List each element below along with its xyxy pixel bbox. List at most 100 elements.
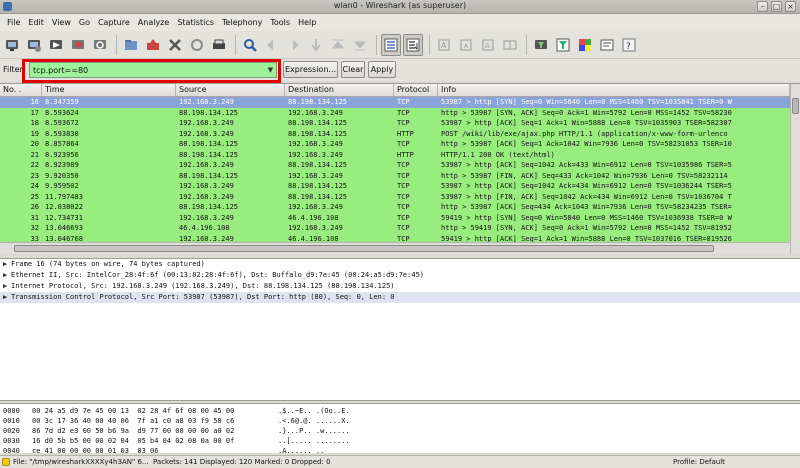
menu-capture[interactable]: Capture (94, 18, 134, 27)
interface-list-icon[interactable] (2, 34, 22, 56)
packet-cell-proto: TCP (397, 108, 410, 117)
menu-analyze[interactable]: Analyze (134, 18, 174, 27)
print-icon[interactable] (209, 34, 229, 56)
expand-arrow-icon[interactable]: ▶ (3, 270, 11, 281)
find-packet-icon[interactable] (240, 34, 260, 56)
detail-tree-item[interactable]: ▶ Frame 16 (74 bytes on wire, 74 bytes ca… (0, 259, 800, 270)
packet-row[interactable]: 31 12.734731 192.168.3.249 46.4.196.108 TCP 5… (0, 212, 800, 223)
menu-edit[interactable]: Edit (24, 18, 48, 27)
packet-row[interactable]: 20 8.857864 88.198.134.125 192.168.3.249 TCP… (0, 139, 800, 150)
packet-row[interactable]: 21 8.923956 88.198.134.125 192.168.3.249 HTT… (0, 149, 800, 160)
bytes-ascii: .<.6@.@. ......X. (278, 417, 350, 425)
stop-capture-icon[interactable] (68, 34, 88, 56)
zoom-normal-icon[interactable]: A (478, 34, 498, 56)
packet-cell-dst: 192.168.3.249 (288, 171, 343, 180)
go-first-icon[interactable] (328, 34, 348, 56)
menu-bar: File Edit View Go Capture Analyze Statis… (0, 14, 800, 31)
packet-cell-src: 192.168.3.249 (179, 119, 234, 127)
start-capture-icon[interactable] (46, 34, 66, 56)
bytes-row: 0030 16 d0 5b b5 00 00 02 04 05 b4 04 02 … (0, 436, 800, 446)
column-protocol[interactable]: Protocol (394, 84, 438, 96)
packet-cell-info: http > 53987 [FIN, ACK] Seq=433 Ack=1042… (441, 171, 728, 180)
packet-cell-no: 24 (30, 182, 39, 190)
packet-row[interactable]: 23 9.920350 88.198.134.125 192.168.3.249 TCP… (0, 170, 800, 181)
packet-cell-no: 16 (30, 98, 39, 106)
resize-columns-icon[interactable] (500, 34, 520, 56)
expand-arrow-icon[interactable]: ▶ (3, 281, 11, 292)
go-back-icon[interactable] (262, 34, 282, 56)
packet-cell-info: 53987 > http [ACK] Seq=1042 Ack=433 Win=… (441, 161, 732, 169)
help-icon[interactable]: ? (619, 34, 639, 56)
packet-row[interactable]: 18 8.593672 192.168.3.249 88.198.134.125 TCP… (0, 118, 800, 129)
expert-info-icon[interactable] (2, 458, 10, 466)
go-forward-icon[interactable] (284, 34, 304, 56)
preferences-icon[interactable] (597, 34, 617, 56)
autoscroll-icon[interactable] (403, 33, 423, 56)
coloring-rules-icon[interactable] (575, 34, 595, 56)
go-to-packet-icon[interactable] (306, 34, 326, 56)
close-file-icon[interactable] (165, 34, 185, 56)
column-time[interactable]: Time (42, 84, 176, 96)
go-last-icon[interactable] (350, 34, 370, 56)
packet-row[interactable]: 32 13.046693 46.4.196.108 192.168.3.249 TCP h… (0, 223, 800, 234)
open-file-icon[interactable] (121, 34, 141, 56)
packet-cell-src: 88.198.134.125 (179, 140, 239, 148)
packet-list-vscrollbar[interactable] (790, 84, 800, 254)
menu-telephony[interactable]: Telephony (218, 18, 266, 27)
save-file-icon[interactable] (143, 34, 163, 56)
packet-row[interactable]: 16 8.347359 192.168.3.249 88.198.134.125 TCP… (0, 97, 800, 108)
packet-row[interactable]: 19 8.593830 192.168.3.249 88.198.134.125 HTT… (0, 128, 800, 139)
menu-statistics[interactable]: Statistics (173, 18, 218, 27)
maximize-icon[interactable]: □ (771, 1, 782, 12)
expression-button[interactable]: Expression... (283, 61, 338, 78)
reload-icon[interactable] (187, 34, 207, 56)
bytes-off: 0030 (3, 437, 20, 445)
bytes-hex: 00 3c 17 36 40 00 40 06 7f a1 c0 a8 03 f… (32, 417, 235, 425)
detail-tree-item[interactable]: ▶ Ethernet II, Src: IntelCor_28:4f:6f (00… (0, 270, 800, 281)
column-no[interactable]: No. . (0, 84, 42, 96)
column-destination[interactable]: Destination (285, 84, 394, 96)
detail-tree-item[interactable]: ▶ Transmission Control Protocol, Src Port… (0, 292, 800, 303)
packet-row[interactable]: 24 9.959502 192.168.3.249 88.198.134.125 TCP… (0, 181, 800, 192)
packet-cell-proto: TCP (397, 171, 410, 180)
zoom-in-icon[interactable]: A (434, 34, 454, 56)
packet-row[interactable]: 25 11.797483 192.168.3.249 88.198.134.125 TC… (0, 191, 800, 202)
apply-button[interactable]: Apply (368, 61, 396, 78)
expand-arrow-icon[interactable]: ▶ (3, 292, 11, 303)
expand-arrow-icon[interactable]: ▶ (3, 259, 11, 270)
packet-cell-no: 18 (30, 119, 39, 127)
detail-tree-item[interactable]: ▶ Internet Protocol, Src: 192.168.3.249 (… (0, 281, 800, 292)
restart-capture-icon[interactable] (90, 34, 110, 56)
packet-cell-dst: 192.168.3.249 (288, 224, 343, 232)
colorize-icon[interactable] (381, 33, 401, 56)
close-icon[interactable]: × (785, 1, 796, 12)
menu-file[interactable]: File (3, 18, 24, 27)
display-filters-icon[interactable] (553, 34, 573, 56)
column-info[interactable]: Info (438, 84, 790, 96)
bytes-off: 0010 (3, 417, 20, 425)
packet-row[interactable]: 22 8.923989 192.168.3.249 88.198.134.125 TCP… (0, 160, 800, 171)
packet-cell-info: 53987 > http [FIN, ACK] Seq=1042 Ack=434… (441, 192, 732, 201)
packet-list-hscrollbar[interactable] (0, 242, 790, 254)
packet-cell-dst: 46.4.196.108 (288, 213, 339, 222)
clear-button[interactable]: Clear (341, 61, 365, 78)
packet-cell-proto: TCP (397, 192, 410, 201)
packet-row[interactable]: 26 12.038022 88.198.134.125 192.168.3.249 TC… (0, 202, 800, 213)
minimize-icon[interactable]: – (757, 1, 768, 12)
menu-go[interactable]: Go (75, 18, 94, 27)
capture-filters-icon[interactable] (531, 34, 551, 56)
capture-options-icon[interactable] (24, 34, 44, 56)
menu-help[interactable]: Help (294, 18, 320, 27)
detail-text: Internet Protocol, Src: 192.168.3.249 (1… (11, 282, 395, 290)
detail-text: Transmission Control Protocol, Src Port:… (11, 293, 395, 301)
zoom-out-icon[interactable]: A (456, 34, 476, 56)
menu-view[interactable]: View (48, 18, 75, 27)
bytes-hex: 16 d0 5b b5 00 00 02 04 05 b4 04 02 08 0… (32, 437, 235, 445)
main-toolbar: A A A ? (0, 31, 800, 59)
packet-cell-no: 26 (30, 203, 39, 211)
column-source[interactable]: Source (176, 84, 285, 96)
packet-cell-no: 21 (30, 150, 39, 159)
status-profile[interactable]: Profile: Default (673, 458, 731, 466)
menu-tools[interactable]: Tools (266, 18, 294, 27)
packet-row[interactable]: 17 8.593624 88.198.134.125 192.168.3.249 TCP… (0, 107, 800, 118)
